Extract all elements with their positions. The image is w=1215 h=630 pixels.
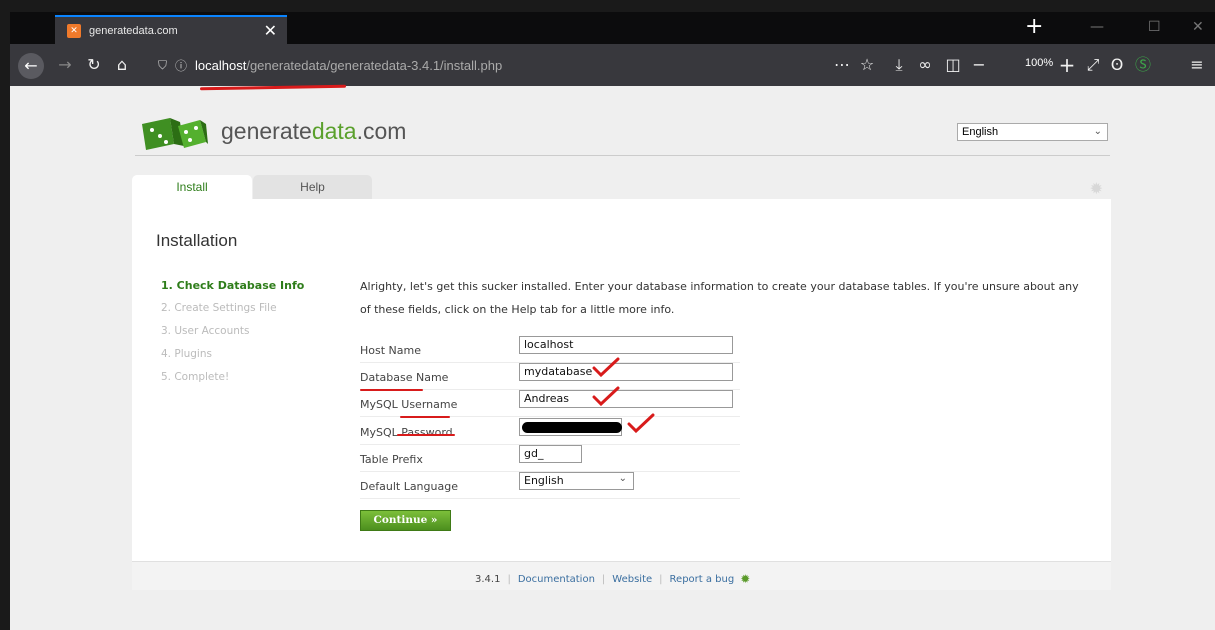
logo-text: generatedata.com xyxy=(221,118,406,145)
password-input[interactable] xyxy=(519,418,622,436)
shield-icon[interactable]: ⛉ xyxy=(158,58,167,73)
install-steps: 1. Check Database Info 2. Create Setting… xyxy=(161,279,304,394)
menu-icon[interactable]: ≡ xyxy=(1186,44,1208,86)
documentation-link[interactable]: Documentation xyxy=(518,574,595,585)
page-footer: 3.4.1 | Documentation | Website | Report… xyxy=(132,561,1111,590)
intro-text: Alrighty, let's get this sucker installe… xyxy=(360,280,1079,316)
dbname-label: Database Name xyxy=(360,371,449,384)
username-label: MySQL Username xyxy=(360,398,458,411)
forward-icon[interactable]: → xyxy=(54,44,76,86)
language-select-value: English xyxy=(962,126,999,138)
zoom-out-icon[interactable]: − xyxy=(970,44,988,86)
checkmark-icon xyxy=(627,413,655,433)
language-select[interactable]: English ⌄ xyxy=(957,123,1108,141)
report-bug-link[interactable]: Report a bug xyxy=(670,574,735,585)
form-row-username: MySQL Username Andreas xyxy=(360,390,740,417)
browser-tab-bar: ✕ generatedata.com ✕ + — ☐ ✕ xyxy=(10,12,1215,44)
url-host: localhost xyxy=(195,57,247,73)
bug-icon[interactable]: ✹ xyxy=(740,572,750,586)
url-path: /generatedata/generatedata-3.4.1/install… xyxy=(246,57,503,73)
private-mask-icon[interactable]: ∞ xyxy=(914,44,936,86)
form-row-language: Default Language English ⌄ xyxy=(360,472,740,499)
step-item: 1. Check Database Info xyxy=(161,279,305,292)
version-text: 3.4.1 xyxy=(475,573,501,585)
tab-title: generatedata.com xyxy=(89,24,178,37)
extension-icon[interactable]: Ⓢ xyxy=(1132,44,1154,86)
fullscreen-icon[interactable]: ⤢ xyxy=(1083,44,1103,86)
chevron-down-icon: ⌄ xyxy=(1093,126,1102,137)
form-row-password: MySQL Password xyxy=(360,418,740,445)
close-window-icon[interactable]: ✕ xyxy=(1192,12,1204,42)
logo-text-main: generate xyxy=(221,118,312,144)
dice-logo-icon xyxy=(142,118,208,150)
bookmark-star-icon[interactable]: ☆ xyxy=(857,44,877,86)
minimize-icon[interactable]: — xyxy=(1090,12,1104,42)
home-icon[interactable]: ⌂ xyxy=(110,44,134,86)
reload-icon[interactable]: ↻ xyxy=(82,44,106,86)
default-language-select[interactable]: English ⌄ xyxy=(519,472,634,490)
username-underline-annotation xyxy=(400,416,450,418)
logo-text-suffix: .com xyxy=(356,118,407,144)
download-icon[interactable]: ⤓ xyxy=(889,44,909,86)
new-tab-button[interactable]: + xyxy=(1025,12,1043,42)
tab-help[interactable]: Help xyxy=(253,175,372,199)
maximize-icon[interactable]: ☐ xyxy=(1148,12,1161,42)
url-bar[interactable]: ⛉ ⓘ localhost/generatedata/generatedata-… xyxy=(158,51,808,79)
default-language-label: Default Language xyxy=(360,480,458,493)
info-icon[interactable]: ⓘ xyxy=(175,57,187,74)
step-item: 3. User Accounts xyxy=(161,325,250,337)
form-row-dbname: Database Name mydatabase xyxy=(360,363,740,390)
site-header: generatedata.com English ⌄ xyxy=(135,110,1110,156)
password-label: MySQL Password xyxy=(360,426,453,439)
page-title: Installation xyxy=(156,231,238,250)
zoom-level[interactable]: 100% xyxy=(1025,57,1053,69)
close-tab-icon[interactable]: ✕ xyxy=(264,21,277,40)
tab-install[interactable]: Install xyxy=(132,175,252,199)
dbname-input[interactable]: mydatabase xyxy=(519,363,733,381)
footer-links: 3.4.1 | Documentation | Website | Report… xyxy=(475,572,750,586)
browser-tab[interactable]: ✕ generatedata.com ✕ xyxy=(55,15,287,44)
default-language-value: English xyxy=(524,474,564,487)
account-icon[interactable]: ʘ xyxy=(1107,44,1127,86)
separator: | xyxy=(507,573,511,585)
host-label: Host Name xyxy=(360,344,421,357)
host-input[interactable]: localhost xyxy=(519,336,733,354)
loading-gear-icon: ✹ xyxy=(1089,179,1103,198)
separator: | xyxy=(601,573,606,585)
chevron-down-icon: ⌄ xyxy=(618,473,627,484)
separator: | xyxy=(659,573,663,585)
step-item: 5. Complete! xyxy=(161,371,230,383)
password-underline-annotation xyxy=(397,434,455,436)
dbname-underline-annotation xyxy=(360,389,423,391)
step-item: 4. Plugins xyxy=(161,348,212,360)
site-favicon-icon: ✕ xyxy=(67,23,81,38)
form-row-host: Host Name localhost xyxy=(360,336,740,363)
sidebar-icon[interactable]: ◫ xyxy=(943,44,963,86)
browser-toolbar: ← → ↻ ⌂ ⛉ ⓘ localhost/generatedata/gener… xyxy=(10,44,1215,86)
checkmark-icon xyxy=(592,357,620,377)
checkmark-icon xyxy=(592,386,620,406)
back-icon[interactable]: ← xyxy=(18,53,44,79)
step-item: 2. Create Settings File xyxy=(161,302,277,314)
prefix-input[interactable]: gd_ xyxy=(519,445,582,463)
more-actions-icon[interactable]: ⋯ xyxy=(832,44,852,86)
prefix-label: Table Prefix xyxy=(360,453,423,466)
website-link[interactable]: Website xyxy=(612,574,652,585)
logo-text-accent: data xyxy=(311,118,357,144)
form-row-prefix: Table Prefix gd_ xyxy=(360,445,740,472)
page-tabs: Install Help ✹ xyxy=(132,175,1111,199)
username-input[interactable]: Andreas xyxy=(519,390,733,408)
zoom-in-icon[interactable]: + xyxy=(1057,44,1077,86)
continue-button[interactable]: Continue » xyxy=(360,510,451,531)
install-panel: Installation 1. Check Database Info 2. C… xyxy=(132,199,1111,561)
redaction-mark xyxy=(522,422,622,433)
